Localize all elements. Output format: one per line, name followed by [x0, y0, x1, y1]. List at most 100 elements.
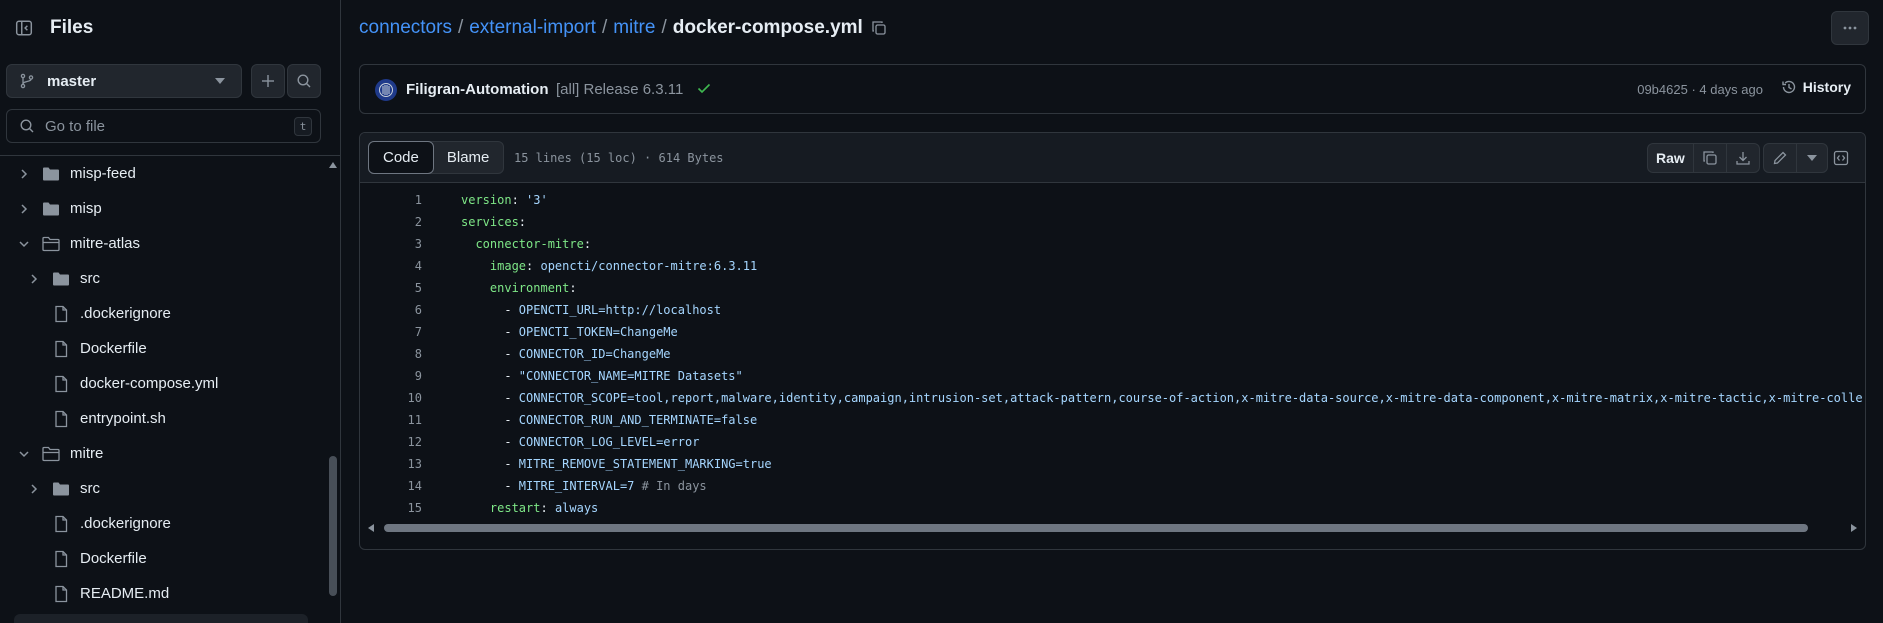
- line-number[interactable]: 13: [360, 457, 422, 471]
- folder-open-icon: [42, 236, 60, 251]
- tree-file-item[interactable]: entrypoint.sh: [26, 401, 166, 436]
- code-line: 5 environment:: [360, 277, 1865, 299]
- line-number[interactable]: 14: [360, 479, 422, 493]
- tree-file-item[interactable]: .dockerignore: [26, 296, 171, 331]
- branch-selector[interactable]: master: [6, 64, 242, 98]
- scroll-right-arrow-icon[interactable]: [1851, 524, 1857, 532]
- sidebar-header: Files: [0, 0, 341, 56]
- code-view[interactable]: 1 version: '3' 2 services: 3 connector-mitre…: [360, 183, 1865, 518]
- line-number[interactable]: 4: [360, 259, 422, 273]
- code-token: :: [526, 259, 541, 273]
- scroll-up-arrow-icon[interactable]: [329, 162, 337, 168]
- commit-message-link[interactable]: [all] Release 6.3.11: [556, 81, 683, 98]
- line-number[interactable]: 12: [360, 435, 422, 449]
- code-token: services: [461, 215, 519, 229]
- history-button[interactable]: History: [1781, 79, 1851, 95]
- tree-item-icon: [52, 480, 70, 498]
- commit-author-link[interactable]: Filigran-Automation: [406, 81, 549, 98]
- tree-folder-item[interactable]: mitre: [16, 436, 103, 471]
- tree-item-label: src: [80, 480, 100, 497]
- tab-blame[interactable]: Blame: [433, 142, 504, 173]
- tree-item-icon: [52, 305, 70, 323]
- sidebar-scrollbar[interactable]: [325, 156, 341, 623]
- code-horizontal-scrollbar[interactable]: [360, 520, 1865, 536]
- search-files-button[interactable]: [287, 64, 321, 98]
- tree-toggle[interactable]: [16, 446, 32, 462]
- code-token: image: [489, 259, 527, 273]
- search-icon: [297, 74, 311, 88]
- folder-icon: [43, 167, 59, 180]
- line-content: - CONNECTOR_ID=ChangeMe: [461, 347, 670, 361]
- line-number[interactable]: 15: [360, 501, 422, 515]
- code-token: CONNECTOR_SCOPE=tool,report,malware,iden…: [518, 391, 1863, 405]
- code-line: 8 - CONNECTOR_ID=ChangeMe: [360, 343, 1865, 365]
- line-content: - OPENCTI_URL=http://localhost: [461, 303, 721, 317]
- breadcrumb-link[interactable]: mitre: [613, 17, 655, 39]
- edit-file-button[interactable]: [1764, 144, 1797, 172]
- file-icon: [55, 550, 68, 567]
- tree-file-item[interactable]: docker-compose.yml: [26, 366, 218, 401]
- line-number[interactable]: 6: [360, 303, 422, 317]
- file-tree-sidebar: Files master Go to file t misp-feed misp…: [0, 0, 341, 623]
- raw-button[interactable]: Raw: [1648, 144, 1694, 172]
- more-options-button[interactable]: [1831, 11, 1869, 45]
- line-number[interactable]: 8: [360, 347, 422, 361]
- tree-file-item[interactable]: .dockerignore: [26, 506, 171, 541]
- line-number[interactable]: 3: [360, 237, 422, 251]
- line-number[interactable]: 5: [360, 281, 422, 295]
- line-number[interactable]: 11: [360, 413, 422, 427]
- copy-path-button[interactable]: [871, 20, 887, 36]
- line-number[interactable]: 10: [360, 391, 422, 405]
- tree-item-selected-partial[interactable]: [14, 614, 308, 623]
- file-stats: 15 lines (15 loc) · 614 Bytes: [514, 151, 724, 165]
- copy-icon: [1703, 151, 1717, 165]
- sidebar-title: Files: [50, 17, 94, 38]
- tab-code[interactable]: Code: [368, 141, 434, 174]
- scroll-left-arrow-icon[interactable]: [368, 524, 374, 532]
- collapse-sidebar-button[interactable]: [8, 12, 40, 44]
- tree-item-icon: [42, 165, 60, 183]
- line-number[interactable]: 7: [360, 325, 422, 339]
- line-number[interactable]: 9: [360, 369, 422, 383]
- line-content: - OPENCTI_TOKEN=ChangeMe: [461, 325, 677, 339]
- line-number[interactable]: 1: [360, 193, 422, 207]
- commit-sha-and-time[interactable]: 09b4625 · 4 days ago: [1637, 82, 1763, 97]
- code-token: version: [461, 193, 512, 207]
- tree-toggle[interactable]: [16, 236, 32, 252]
- tree-file-item[interactable]: README.md: [26, 576, 169, 611]
- check-icon[interactable]: [696, 80, 712, 96]
- tree-folder-item[interactable]: mitre-atlas: [16, 226, 140, 261]
- tree-folder-item[interactable]: misp: [16, 191, 102, 226]
- download-button[interactable]: [1727, 144, 1759, 172]
- tree-folder-item[interactable]: src: [26, 471, 100, 506]
- tree-toggle[interactable]: [16, 201, 32, 217]
- symbols-panel-button[interactable]: [1826, 143, 1856, 173]
- tree-file-item[interactable]: Dockerfile: [26, 541, 147, 576]
- tree-file-item[interactable]: Dockerfile: [26, 331, 147, 366]
- tree-folder-item[interactable]: misp-feed: [16, 156, 136, 191]
- avatar[interactable]: [375, 79, 397, 101]
- breadcrumb-link[interactable]: connectors: [359, 17, 452, 39]
- tree-toggle[interactable]: [26, 271, 42, 287]
- copy-raw-button[interactable]: [1694, 144, 1727, 172]
- code-line: 7 - OPENCTI_TOKEN=ChangeMe: [360, 321, 1865, 343]
- go-to-file-input[interactable]: Go to file t: [6, 109, 321, 143]
- add-file-button[interactable]: [251, 64, 285, 98]
- code-token: # In days: [634, 479, 707, 493]
- tree-item-label: misp: [70, 200, 102, 217]
- code-token: "CONNECTOR_NAME=MITRE Datasets": [518, 369, 743, 383]
- tree-toggle[interactable]: [26, 481, 42, 497]
- code-scrollbar-thumb[interactable]: [384, 524, 1808, 532]
- edit-options-dropdown[interactable]: [1797, 144, 1827, 172]
- line-content: image: opencti/connector-mitre:6.3.11: [461, 259, 757, 273]
- tree-item-label: README.md: [80, 585, 170, 602]
- sidebar-scrollbar-thumb[interactable]: [329, 456, 337, 596]
- tree-folder-item[interactable]: src: [26, 261, 100, 296]
- tree-toggle[interactable]: [16, 166, 32, 182]
- tree-item-icon: [52, 270, 70, 288]
- code-token: OPENCTI_URL=http://localhost: [518, 303, 722, 317]
- tree-item-icon: [52, 550, 70, 568]
- breadcrumb-link[interactable]: external-import: [469, 17, 596, 39]
- chevron-right-icon: [21, 168, 28, 179]
- line-number[interactable]: 2: [360, 215, 422, 229]
